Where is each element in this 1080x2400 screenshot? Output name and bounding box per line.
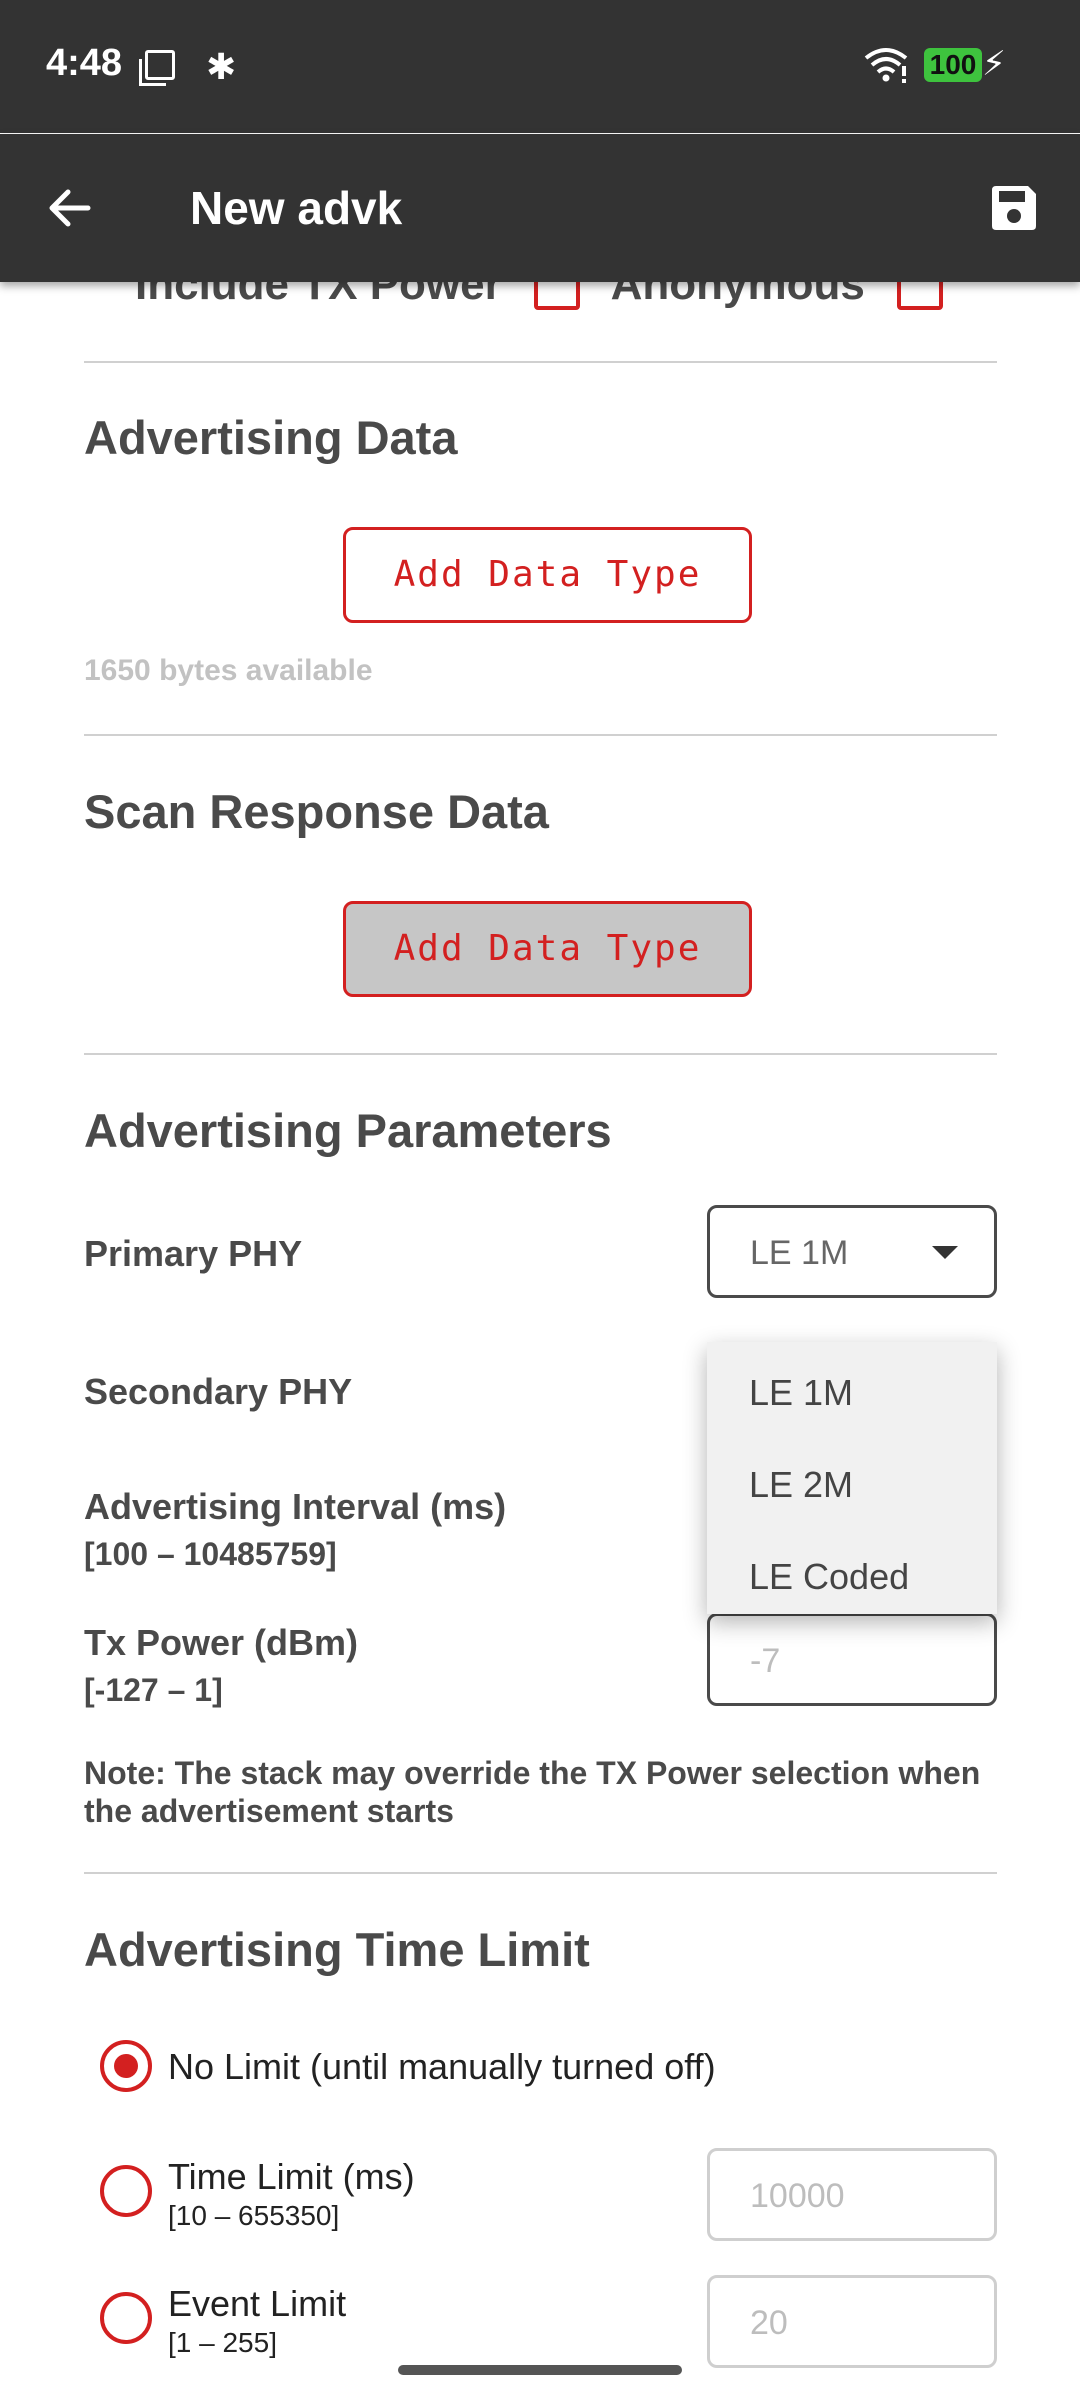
divider xyxy=(84,1053,997,1055)
secondary-phy-label: Secondary PHY xyxy=(84,1371,353,1412)
primary-phy-label: Primary PHY xyxy=(84,1233,303,1274)
phy-option-le-2m[interactable]: LE 2M xyxy=(749,1464,853,1506)
divider xyxy=(84,361,997,363)
status-bar: 4:48 ✱ 100 ⚡ xyxy=(0,0,1080,133)
home-indicator[interactable] xyxy=(398,2365,682,2375)
advertising-data-title: Advertising Data xyxy=(84,411,458,464)
page-title: New advk xyxy=(190,182,403,234)
tx-power-note: Note: The stack may override the TX Powe… xyxy=(84,1755,981,1829)
tx-power-input[interactable]: -7 xyxy=(707,1613,997,1706)
advertising-interval-label: Advertising Interval (ms) xyxy=(84,1486,507,1527)
add-advertising-data-type-button[interactable]: Add Data Type xyxy=(343,527,752,623)
app-bar: New advk xyxy=(0,134,1080,282)
time-limit-range: [10 – 655350] xyxy=(168,2200,340,2231)
event-limit-placeholder: 20 xyxy=(750,2304,788,2342)
time-limit-placeholder: 10000 xyxy=(750,2177,845,2215)
battery-indicator: 100 xyxy=(924,48,982,82)
chevron-down-icon xyxy=(932,1246,958,1259)
time-limit-label[interactable]: Time Limit (ms) xyxy=(168,2156,415,2198)
tx-power-label: Tx Power (dBm) xyxy=(84,1622,359,1663)
phy-dropdown-menu: LE 1M LE 2M LE Coded xyxy=(707,1342,997,1614)
advertising-parameters-title: Advertising Parameters xyxy=(84,1104,612,1157)
event-limit-label[interactable]: Event Limit xyxy=(168,2283,346,2325)
event-limit-input[interactable]: 20 xyxy=(707,2275,997,2368)
no-limit-radio[interactable] xyxy=(100,2040,152,2092)
status-time: 4:48 xyxy=(46,42,123,84)
screen-icon xyxy=(139,50,175,86)
back-arrow-icon[interactable] xyxy=(40,178,100,238)
wifi-icon xyxy=(864,48,908,83)
time-limit-input[interactable]: 10000 xyxy=(707,2148,997,2241)
advertising-interval-range: [100 – 10485759] xyxy=(84,1536,337,1572)
phy-option-le-coded[interactable]: LE Coded xyxy=(749,1556,909,1598)
save-icon[interactable] xyxy=(988,182,1040,234)
event-limit-radio[interactable] xyxy=(100,2292,152,2344)
charging-icon: ⚡ xyxy=(982,45,1006,83)
bluetooth-icon: ✱ xyxy=(206,46,237,87)
phy-option-le-1m[interactable]: LE 1M xyxy=(749,1372,853,1414)
primary-phy-select[interactable]: LE 1M xyxy=(707,1205,997,1298)
scan-response-title: Scan Response Data xyxy=(84,785,549,838)
bytes-available: 1650 bytes available xyxy=(84,654,373,687)
time-limit-title: Advertising Time Limit xyxy=(84,1923,590,1976)
tx-power-value: -7 xyxy=(750,1642,781,1680)
event-limit-range: [1 – 255] xyxy=(168,2327,277,2358)
tx-power-range: [-127 – 1] xyxy=(84,1672,223,1708)
divider xyxy=(84,1872,997,1874)
primary-phy-value: LE 1M xyxy=(750,1234,849,1272)
add-scan-response-data-type-button[interactable]: Add Data Type xyxy=(343,901,752,997)
divider xyxy=(84,734,997,736)
time-limit-radio[interactable] xyxy=(100,2165,152,2217)
no-limit-label[interactable]: No Limit (until manually turned off) xyxy=(168,2046,716,2088)
